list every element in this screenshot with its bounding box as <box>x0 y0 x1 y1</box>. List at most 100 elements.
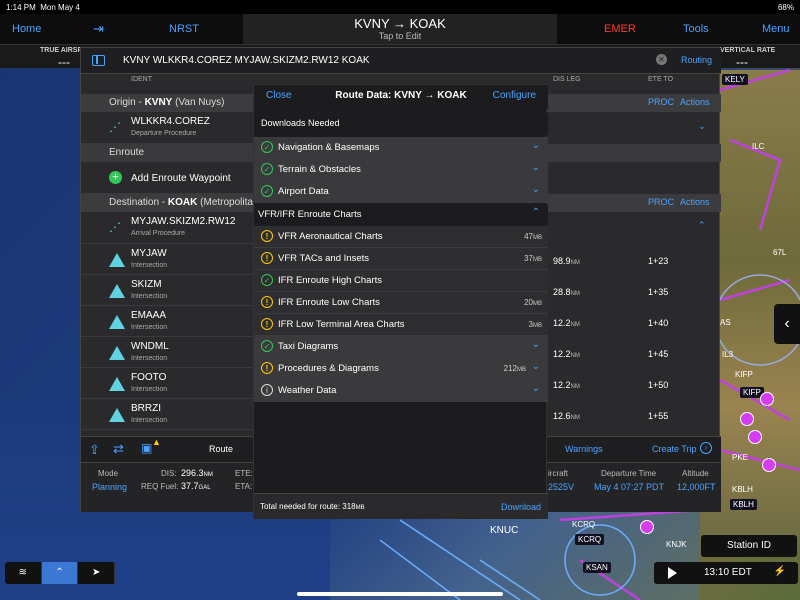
clear-route-icon[interactable]: ✕ <box>656 54 667 65</box>
waypoint-row[interactable]: WNDML Intersection <box>81 337 255 368</box>
configure-button[interactable]: Configure <box>493 90 536 101</box>
map-label-airport[interactable]: PKE <box>732 453 748 462</box>
map-label-airport[interactable]: KNJK <box>666 540 686 549</box>
size-value: 37 <box>524 254 533 263</box>
distance-unit: NM <box>570 260 580 266</box>
add-enroute-waypoint-button[interactable]: + Add Enroute Waypoint <box>81 164 255 194</box>
station-id-button[interactable]: Station ID <box>701 535 797 557</box>
home-button[interactable]: Home <box>12 23 41 35</box>
warning-icon: ! <box>261 252 273 264</box>
waypoint-row[interactable]: SKIZM Intersection <box>81 275 255 306</box>
chevron-down-icon: ⌄ <box>531 383 540 394</box>
nrst-button[interactable]: NRST <box>169 23 199 35</box>
departure-time-value[interactable]: May 4 07:27 PDT <box>594 482 664 492</box>
flight-plan-title-button[interactable]: KVNY → KOAK Tap to Edit <box>243 14 557 44</box>
waypoint-type: Intersection <box>131 324 168 331</box>
map-label-airport[interactable]: KSAN <box>583 562 611 573</box>
waypoint-row[interactable]: MYJAW Intersection <box>81 244 255 275</box>
map-label-airport[interactable]: KCRQ <box>572 520 595 529</box>
item-label: Navigation & Basemaps <box>278 142 380 153</box>
download-item-ifr-low[interactable]: ! IFR Enroute Low Charts 20MB <box>254 292 548 314</box>
route-string-field[interactable]: KVNY WLKKR4.COREZ MYJAW.SKIZM2.RW12 KOAK <box>123 55 370 66</box>
download-item-taxi[interactable]: ✓ Taxi Diagrams ⌄ <box>254 336 548 358</box>
routing-button[interactable]: Routing <box>681 55 712 65</box>
status-date: Mon May 4 <box>40 2 80 12</box>
play-icon[interactable] <box>668 567 677 579</box>
origin-proc-button[interactable]: PROC <box>648 97 674 107</box>
create-trip-button[interactable]: Create Trip <box>652 444 697 454</box>
item-label: VFR Aeronautical Charts <box>278 231 383 242</box>
transfer-icon[interactable]: ⇥ <box>93 21 104 37</box>
chevron-down-icon[interactable]: ⌄ <box>698 121 706 132</box>
airport-marker-icon[interactable] <box>740 412 754 426</box>
download-item-ifr-terminal[interactable]: ! IFR Low Terminal Area Charts 3MB <box>254 314 548 336</box>
intersection-icon <box>109 377 125 391</box>
home-indicator[interactable] <box>297 592 503 596</box>
waypoint-distance: 12.2NM <box>553 380 580 390</box>
download-group-vfr-ifr[interactable]: VFR/IFR Enroute Charts ⌃ <box>254 204 548 226</box>
arrival-procedure-row[interactable]: ⋰ MYJAW.SKIZM2.RW12 Arrival Procedure <box>81 212 255 244</box>
item-label: Procedures & Diagrams <box>278 363 379 374</box>
download-item-ifr-high[interactable]: ✓ IFR Enroute High Charts <box>254 270 548 292</box>
distance-label: DIS: <box>161 469 177 478</box>
airport-marker-icon[interactable] <box>640 520 654 534</box>
download-item-navigation[interactable]: ✓ Navigation & Basemaps ⌄ <box>254 137 548 159</box>
sidebar-toggle-icon[interactable] <box>92 55 105 66</box>
mode-value[interactable]: Planning <box>92 482 127 492</box>
map-label-airport[interactable]: KCRQ <box>575 534 605 545</box>
map-label-airport[interactable]: KNUC <box>490 525 518 536</box>
download-item-airport[interactable]: ✓ Airport Data ⌄ <box>254 181 548 203</box>
origin-name: (Van Nuys) <box>172 97 225 108</box>
download-item-procedures[interactable]: ! Procedures & Diagrams 212MB ⌄ <box>254 358 548 380</box>
download-item-vfr-aero[interactable]: ! VFR Aeronautical Charts 47MB <box>254 226 548 248</box>
track-up-icon[interactable]: ➤ <box>78 562 116 584</box>
map-label-airport[interactable]: KBLH <box>732 485 753 494</box>
map-label-airport[interactable]: AS <box>720 318 731 327</box>
reverse-route-icon[interactable]: ⇄ <box>113 441 124 457</box>
check-icon: ✓ <box>261 340 273 352</box>
route-tab[interactable]: Route <box>209 444 233 454</box>
destination-actions-button[interactable]: Actions <box>680 197 710 207</box>
flight-profile-icon[interactable]: ⌃ <box>41 562 79 584</box>
waypoint-row[interactable]: BRRZI Intersection <box>81 399 255 430</box>
briefcase-icon[interactable]: ▣ <box>141 441 152 455</box>
map-label-airport[interactable]: 67L <box>773 248 786 257</box>
waypoint-name: MYJAW <box>131 248 167 259</box>
waypoint-type: Intersection <box>131 293 168 300</box>
waypoint-row[interactable]: EMAAA Intersection <box>81 306 255 337</box>
map-label-airport[interactable]: KIFP <box>735 370 753 379</box>
flight-plan-title: KVNY → KOAK <box>354 16 446 31</box>
destination-proc-button[interactable]: PROC <box>648 197 674 207</box>
download-item-weather[interactable]: i Weather Data ⌄ <box>254 380 548 402</box>
chevron-down-icon: ⌄ <box>531 162 540 173</box>
chevron-up-icon[interactable]: ⌃ <box>698 220 706 231</box>
airport-marker-icon[interactable] <box>760 392 774 406</box>
airport-marker-icon[interactable] <box>748 430 762 444</box>
emer-button[interactable]: EMER <box>604 23 636 35</box>
chevron-left-icon[interactable]: ‹ <box>774 304 800 344</box>
origin-actions-button[interactable]: Actions <box>680 97 710 107</box>
map-label-airport[interactable]: ILC <box>752 142 764 151</box>
lightning-icon[interactable]: ⚡ <box>774 566 786 577</box>
waypoint-row[interactable]: FOOTO Intersection <box>81 368 255 399</box>
aircraft-value[interactable]: 2525V <box>548 482 574 492</box>
chevron-right-icon[interactable]: › <box>700 442 712 454</box>
download-item-vfr-tacs[interactable]: ! VFR TACs and Insets 37MB <box>254 248 548 270</box>
airport-marker-icon[interactable] <box>762 458 776 472</box>
plus-icon: + <box>109 171 122 184</box>
download-button[interactable]: Download <box>501 502 541 512</box>
layers-icon[interactable]: ≋ <box>5 562 42 584</box>
altitude-value[interactable]: 12,000FT <box>677 482 716 492</box>
map-label-airport[interactable]: KBLH <box>730 499 757 510</box>
download-item-terrain[interactable]: ✓ Terrain & Obstacles ⌄ <box>254 159 548 181</box>
warnings-tab[interactable]: Warnings <box>565 444 603 454</box>
share-icon[interactable]: ⇪ <box>89 442 100 458</box>
tools-button[interactable]: Tools <box>683 23 709 35</box>
departure-time-label: Departure Time <box>601 469 657 478</box>
utc-clock[interactable]: 13:10 EDT <box>704 567 752 578</box>
departure-procedure-row[interactable]: ⋰ WLKKR4.COREZ Departure Procedure <box>81 112 255 144</box>
menu-button[interactable]: Menu <box>762 23 790 35</box>
map-label-airport[interactable]: IL3 <box>722 350 733 359</box>
map-label-airport[interactable]: KELY <box>722 74 748 85</box>
vertical-rate-value: --- <box>736 55 748 69</box>
